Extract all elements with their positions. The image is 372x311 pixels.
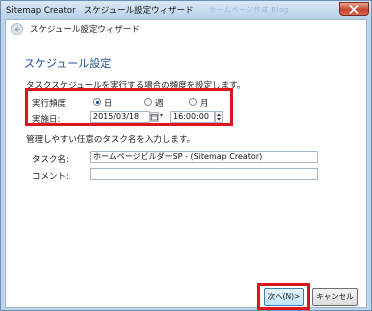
background-window-title: ホームページ作成 Blog — [209, 6, 289, 14]
task-name-input[interactable]: ホームページビルダーSP - (Sitemap Creator) — [90, 151, 318, 163]
back-arrow-icon — [14, 26, 20, 33]
app-title: Sitemap Creator — [6, 6, 76, 16]
window-title: Sitemap Creator スケジュール設定ウィザード — [6, 4, 194, 16]
close-icon — [349, 5, 359, 14]
cancel-button[interactable]: キャンセル — [312, 288, 358, 306]
wizard-header-title: スケジュール設定ウィザード — [30, 25, 140, 35]
dialog-title: スケジュール設定ウィザード — [83, 6, 194, 16]
back-button[interactable] — [11, 23, 23, 35]
wizard-content: スケジュール設定ウィザード スケジュール設定 タスクスケジュールを実行する場合の… — [5, 19, 367, 308]
close-button[interactable] — [339, 2, 369, 16]
highlight-next-button — [257, 283, 310, 310]
task-name-label: タスク名: — [32, 155, 69, 165]
highlight-frequency-date — [25, 88, 233, 126]
comment-label: コメント: — [32, 172, 69, 182]
task-description: 管理しやすい任意のタスク名を入力します。 — [26, 135, 196, 145]
page-title: スケジュール設定 — [24, 57, 112, 70]
wizard-window: Sitemap Creator スケジュール設定ウィザード ホームページ作成 B… — [0, 0, 372, 311]
title-bar: Sitemap Creator スケジュール設定ウィザード ホームページ作成 B… — [1, 1, 371, 19]
wizard-header: スケジュール設定ウィザード — [6, 20, 366, 38]
comment-input[interactable] — [90, 168, 318, 180]
